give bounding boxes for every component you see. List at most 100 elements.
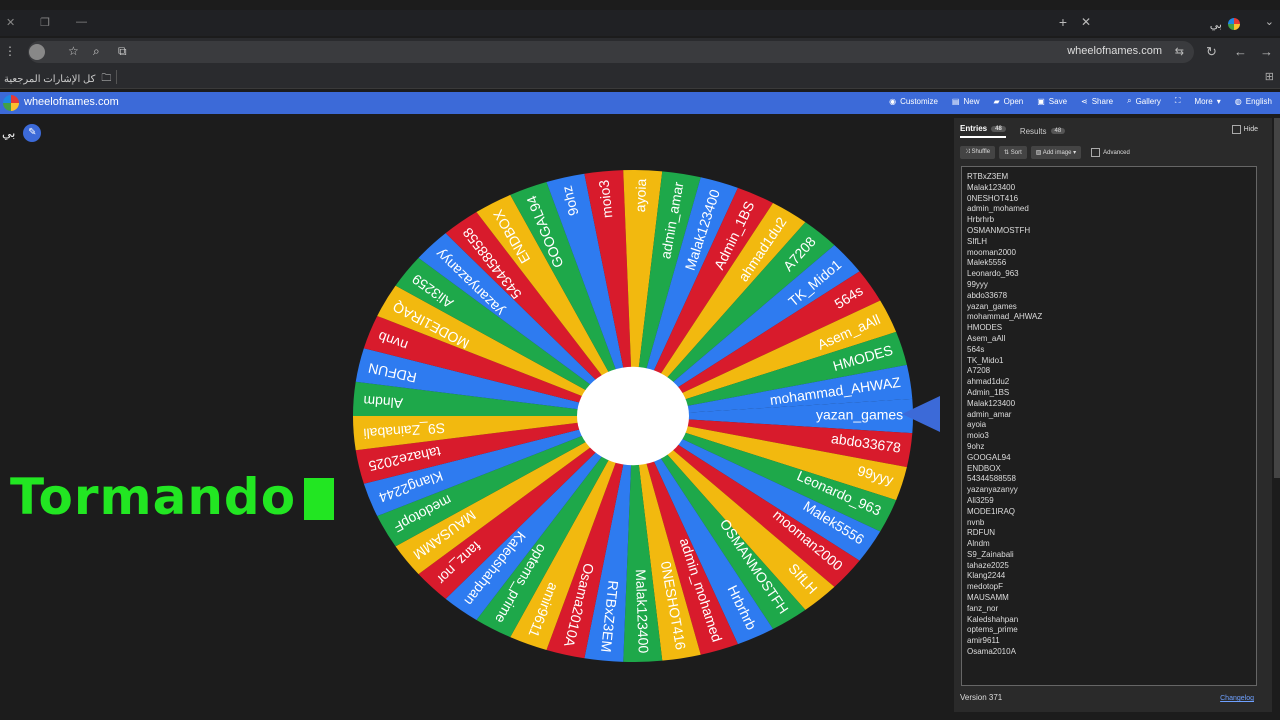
- entry-item: Osama2010A: [967, 647, 1016, 657]
- close-tab-icon[interactable]: ✕: [1081, 15, 1091, 29]
- entry-item: OSMANMOSTFH: [967, 225, 1031, 235]
- entry-item: admin_amar: [967, 409, 1012, 419]
- bookmarks-bar: كل الإشارات المرجعية 🗀 ⊞: [0, 66, 1280, 89]
- profile-icon[interactable]: [29, 44, 45, 60]
- save-icon: ▣: [1037, 96, 1045, 106]
- edit-title-button[interactable]: ✎: [23, 124, 42, 142]
- wheel-pointer-icon: [902, 396, 940, 432]
- entry-item: medotopF: [967, 582, 1004, 592]
- translate-icon[interactable]: ⧉: [118, 44, 127, 59]
- entry-item: MODE1IRAQ: [967, 506, 1016, 516]
- wheel-title-area: بي ✎: [2, 124, 42, 142]
- checkbox-icon: [1231, 125, 1241, 134]
- wheel-center[interactable]: [577, 366, 689, 466]
- entry-item: 564s: [967, 344, 985, 354]
- url-text: wheelofnames.com: [1067, 45, 1162, 57]
- entry-item: abdo33678: [967, 290, 1008, 300]
- wheel-label: yazan_games: [816, 407, 903, 423]
- advanced-checkbox[interactable]: Advanced: [1091, 148, 1130, 157]
- back-icon[interactable]: →: [1260, 44, 1273, 59]
- open-button[interactable]: ▰ Open: [993, 96, 1023, 106]
- tab-results[interactable]: Results 48: [1020, 124, 1066, 138]
- spin-wheel[interactable]: yazan_gamesabdo3367899yyyLeonardo_963Mal…: [350, 168, 916, 664]
- entry-item: ayoia: [967, 420, 987, 430]
- scrollbar[interactable]: [1274, 118, 1280, 478]
- app-header: wheelofnames.com ◉ Customize ▤ New ▰ Open ▣…: [0, 92, 1280, 114]
- tab-title: بي: [1209, 18, 1222, 31]
- search-icon: ⌕: [1127, 96, 1132, 105]
- wheel-label: Malak123400: [633, 569, 652, 654]
- site-settings-icon[interactable]: ⇆: [1175, 45, 1184, 58]
- entry-item: optems_prime: [967, 625, 1018, 635]
- overlay-caption: Tormando: [10, 468, 335, 526]
- tab-entries[interactable]: Entries 48: [960, 124, 1006, 138]
- entry-item: RTBxZ3EM: [967, 172, 1009, 181]
- entries-textarea[interactable]: RTBxZ3EM Malak123400 0NESHOT416 admin_moham…: [961, 166, 1257, 686]
- palette-icon: ◉: [889, 96, 897, 106]
- entry-item: SIfLH: [967, 236, 988, 246]
- minimize-window-icon[interactable]: —: [76, 16, 87, 28]
- entry-item: ENDBOX: [967, 463, 1001, 473]
- entry-item: Malak123400: [967, 398, 1016, 408]
- new-tab-icon[interactable]: +: [1059, 14, 1067, 30]
- add-image-button[interactable]: ▨ Add image ▾: [1030, 146, 1082, 159]
- entry-item: Kaledshahpan: [967, 614, 1019, 624]
- forward-icon[interactable]: ←: [1234, 44, 1247, 59]
- entry-item: Malek5556: [967, 258, 1007, 268]
- overlay-text: Tormando: [10, 468, 297, 526]
- results-count-badge: 48: [1050, 128, 1066, 134]
- reload-icon[interactable]: ↻: [1206, 44, 1217, 60]
- more-button[interactable]: More ▾: [1195, 96, 1221, 106]
- apps-grid-icon[interactable]: ⊞: [1265, 70, 1274, 83]
- entry-item: Admin_1BS: [967, 387, 1010, 397]
- folder-icon: ▰: [993, 96, 1000, 106]
- changelog-link[interactable]: Changelog: [1220, 695, 1254, 702]
- entry-item: Klang2244: [967, 571, 1006, 581]
- close-window-icon[interactable]: ✕: [6, 16, 15, 29]
- entry-item: Leonardo_963: [967, 269, 1019, 279]
- entry-item: nvnb: [967, 517, 985, 527]
- entry-item: mooman2000: [967, 247, 1016, 257]
- gallery-button[interactable]: ⌕ Gallery: [1127, 96, 1161, 106]
- image-icon: ▨: [1035, 150, 1043, 156]
- entry-item: Ali3259: [967, 495, 994, 505]
- customize-button[interactable]: ◉ Customize: [889, 96, 938, 106]
- zoom-icon[interactable]: ⌕: [93, 44, 100, 59]
- sort-button[interactable]: ⇅ Sort: [999, 146, 1027, 159]
- address-bar[interactable]: ☆ ⌕ ⧉ wheelofnames.com ⇆: [28, 41, 1194, 63]
- chevron-down-icon: ▾: [1216, 96, 1221, 106]
- star-icon[interactable]: ☆: [68, 44, 79, 58]
- entry-item: fanz_nor: [967, 603, 999, 613]
- entry-item: ahmad1du2: [967, 377, 1010, 387]
- entry-item: 9ohz: [967, 441, 985, 451]
- entry-item: 99yyy: [967, 279, 988, 289]
- menu-icon[interactable]: ⋮: [4, 44, 16, 58]
- entry-item: MAUSAMM: [967, 593, 1009, 603]
- tab-search-icon[interactable]: ⌄: [1265, 15, 1274, 28]
- fullscreen-button[interactable]: ⛶: [1175, 96, 1181, 106]
- checkbox-icon: [1091, 148, 1101, 157]
- hide-toggle[interactable]: Hide: [1231, 125, 1258, 134]
- browser-tab[interactable]: بي: [1210, 14, 1240, 34]
- shuffle-button[interactable]: ⤨ Shuffle: [960, 146, 996, 159]
- entry-item: amir9611: [967, 636, 1000, 646]
- pencil-icon: ✎: [28, 127, 37, 138]
- wheel-label: Alndm: [363, 393, 404, 412]
- save-button[interactable]: ▣ Save: [1037, 96, 1067, 106]
- entry-item: yazan_games: [967, 301, 1017, 311]
- entry-item: yazanyazanyy: [967, 485, 1018, 495]
- entry-item: Asem_aAll: [967, 333, 1006, 343]
- wheel-logo-icon[interactable]: [3, 95, 19, 111]
- entry-item: admin_mohamed: [967, 204, 1029, 214]
- brand-title[interactable]: wheelofnames.com: [24, 96, 119, 108]
- new-button[interactable]: ▤ New: [952, 96, 980, 106]
- all-bookmarks[interactable]: كل الإشارات المرجعية 🗀: [4, 71, 111, 88]
- restore-window-icon[interactable]: ❐: [40, 16, 50, 29]
- entry-item: Hrbrhrb: [967, 215, 995, 225]
- entry-item: mohammad_AHWAZ: [967, 312, 1043, 322]
- share-icon: ⋖: [1081, 96, 1088, 106]
- share-button[interactable]: ⋖ Share: [1081, 96, 1113, 106]
- globe-icon: ◍: [1234, 96, 1242, 106]
- entry-item: 0NESHOT416: [967, 193, 1019, 203]
- language-button[interactable]: ◍ English: [1235, 96, 1272, 106]
